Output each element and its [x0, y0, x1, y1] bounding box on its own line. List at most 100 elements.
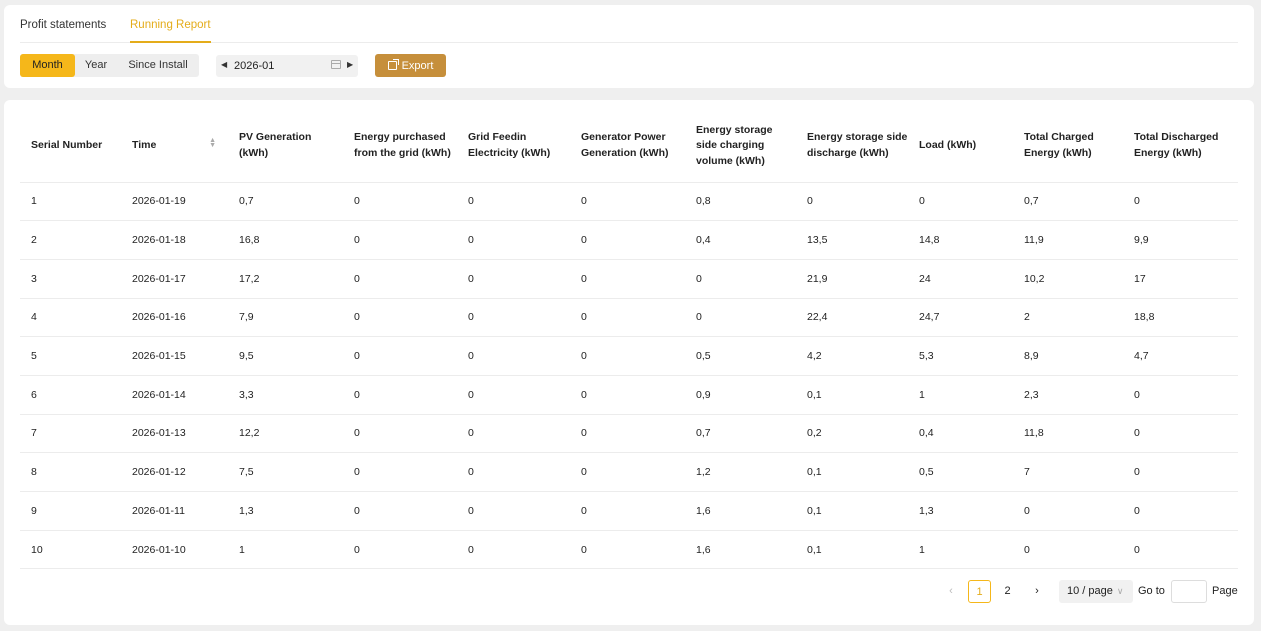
table-cell: 0	[570, 491, 685, 531]
table-cell: 0	[570, 220, 685, 260]
table-cell: 4	[20, 298, 121, 338]
export-button[interactable]: Export	[375, 54, 446, 77]
table-cell: 1	[20, 182, 121, 222]
table-cell: 0,5	[908, 452, 1013, 492]
column-header: Generator Power Generation (kWh)	[570, 110, 685, 183]
table-cell: 1,2	[685, 452, 796, 492]
top-panel: Profit statements Running Report Month Y…	[4, 5, 1254, 88]
table-cell: 0,1	[796, 452, 908, 492]
table-cell: 0,1	[796, 491, 908, 531]
prev-page-button[interactable]: ‹	[944, 580, 958, 603]
period-since-install-button[interactable]: Since Install	[117, 54, 199, 77]
table-cell: 0	[343, 298, 457, 338]
table-cell: 2026-01-16	[121, 298, 228, 338]
table-cell: 0	[343, 414, 457, 454]
table-cell: 3	[20, 259, 121, 299]
export-icon	[387, 59, 399, 70]
table-row: 5 2026-01-15 9,5 0 0 0 0,5 4,2 5,3 8,9 4,7	[20, 336, 1238, 376]
table-cell: 1,3	[908, 491, 1013, 531]
page-1-button[interactable]: 1	[968, 580, 991, 603]
table-cell: 4,7	[1123, 336, 1238, 376]
table-cell: 0	[570, 336, 685, 376]
next-page-button[interactable]: ›	[1030, 580, 1044, 603]
running-report-table: Serial Number Time ▲ ▼ PV Generation (kWh)…	[20, 110, 1238, 570]
calendar-icon[interactable]	[331, 60, 341, 69]
column-header: Total Discharged Energy (kWh)	[1123, 110, 1238, 183]
table-cell: 17	[1123, 259, 1238, 299]
report-table-panel: Serial Number Time ▲ ▼ PV Generation (kWh)…	[4, 100, 1254, 625]
table-cell: 7,5	[228, 452, 343, 492]
table-cell: 0	[457, 530, 570, 570]
table-cell: 2	[1013, 298, 1123, 338]
table-cell: 0	[570, 259, 685, 299]
table-row: 7 2026-01-13 12,2 0 0 0 0,7 0,2 0,4 11,8 0	[20, 414, 1238, 454]
table-cell: 0	[1123, 452, 1238, 492]
sort-icon[interactable]: ▲ ▼	[209, 137, 216, 149]
table-cell: 17,2	[228, 259, 343, 299]
table-cell: 7	[1013, 452, 1123, 492]
table-cell: 1,6	[685, 491, 796, 531]
table-cell: 4,2	[796, 336, 908, 376]
table-cell: 2026-01-11	[121, 491, 228, 531]
goto-page-input[interactable]	[1171, 580, 1207, 603]
table-cell: 0	[796, 182, 908, 222]
table-cell: 9	[20, 491, 121, 531]
table-cell: 16,8	[228, 220, 343, 260]
column-header: Energy storage side charging volume (kWh…	[685, 110, 796, 183]
table-cell: 0	[685, 298, 796, 338]
column-header: Total Charged Energy (kWh)	[1013, 110, 1123, 183]
tab-running-report[interactable]: Running Report	[130, 19, 211, 43]
table-cell: 7	[20, 414, 121, 454]
table-cell: 0	[570, 414, 685, 454]
period-year-button[interactable]: Year	[75, 54, 117, 77]
table-cell: 2,3	[1013, 375, 1123, 415]
month-picker-value[interactable]: 2026-01	[234, 60, 274, 72]
table-cell: 0	[343, 220, 457, 260]
table-row: 8 2026-01-12 7,5 0 0 0 1,2 0,1 0,5 7 0	[20, 452, 1238, 492]
table-cell: 2026-01-10	[121, 530, 228, 570]
table-cell: 0	[1123, 530, 1238, 570]
table-cell: 14,8	[908, 220, 1013, 260]
table-cell: 24,7	[908, 298, 1013, 338]
table-row: 1 2026-01-19 0,7 0 0 0 0,8 0 0 0,7 0	[20, 182, 1238, 222]
table-row: 6 2026-01-14 3,3 0 0 0 0,9 0,1 1 2,3 0	[20, 375, 1238, 415]
table-cell: 0	[343, 182, 457, 222]
table-cell: 2026-01-19	[121, 182, 228, 222]
table-cell: 0,4	[685, 220, 796, 260]
caret-right-icon[interactable]: ▶	[347, 60, 353, 69]
table-cell: 0,8	[685, 182, 796, 222]
table-cell: 11,8	[1013, 414, 1123, 454]
table-cell: 0,2	[796, 414, 908, 454]
table-cell: 0	[343, 530, 457, 570]
table-cell: 9,9	[1123, 220, 1238, 260]
table-cell: 1,6	[685, 530, 796, 570]
month-picker[interactable]: ◀ 2026-01 ▶	[216, 55, 358, 77]
table-cell: 0	[570, 182, 685, 222]
table-cell: 0	[1013, 530, 1123, 570]
table-cell: 2026-01-14	[121, 375, 228, 415]
period-month-button[interactable]: Month	[20, 54, 75, 77]
table-cell: 0	[343, 375, 457, 415]
caret-left-icon[interactable]: ◀	[221, 60, 227, 69]
table-cell: 0	[570, 530, 685, 570]
table-cell: 11,9	[1013, 220, 1123, 260]
table-cell: 0	[1123, 414, 1238, 454]
table-cell: 10	[20, 530, 121, 570]
table-cell: 0	[457, 414, 570, 454]
table-cell: 0	[457, 298, 570, 338]
tab-profit-statements[interactable]: Profit statements	[20, 19, 106, 43]
column-header-time[interactable]: Time ▲ ▼	[121, 110, 228, 183]
table-cell: 24	[908, 259, 1013, 299]
table-cell: 0	[457, 491, 570, 531]
page-2-button[interactable]: 2	[996, 580, 1019, 603]
chevron-down-icon: ∨	[1116, 586, 1124, 596]
table-cell: 0	[908, 182, 1013, 222]
table-cell: 0	[570, 298, 685, 338]
table-cell: 0	[343, 336, 457, 376]
table-cell: 2026-01-18	[121, 220, 228, 260]
table-cell: 8	[20, 452, 121, 492]
table-cell: 0	[1013, 491, 1123, 531]
table-cell: 8,9	[1013, 336, 1123, 376]
pagination: ‹ 1 2 › 10 / page ∨ Go to Page	[4, 580, 1254, 603]
page-size-select[interactable]: 10 / page ∨	[1059, 580, 1133, 603]
